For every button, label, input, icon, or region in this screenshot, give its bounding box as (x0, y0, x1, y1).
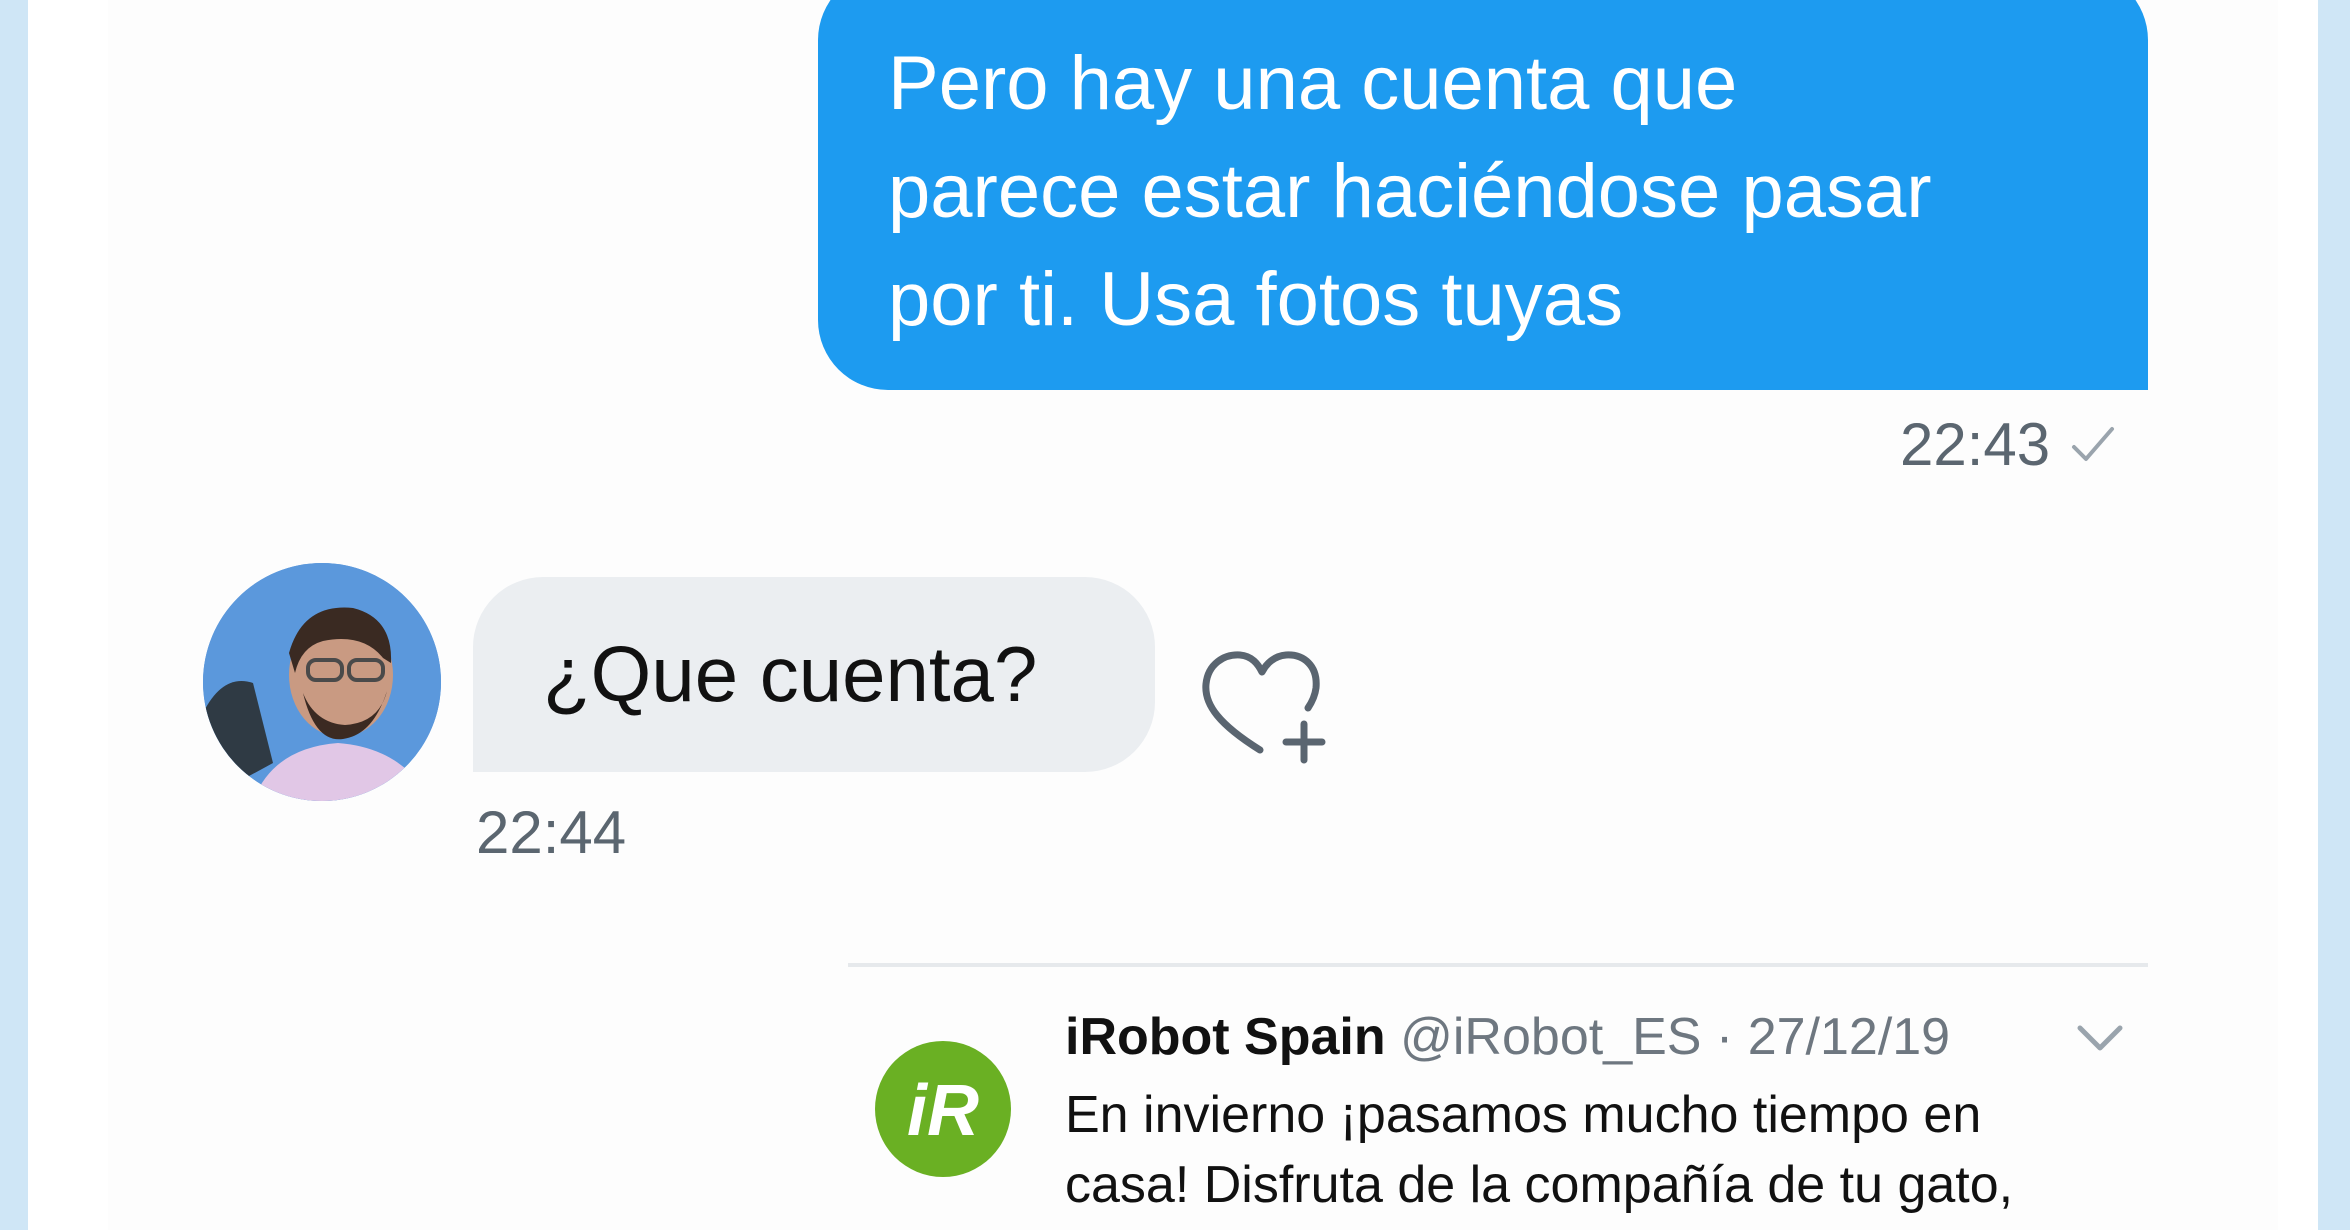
dm-conversation-frame: Pero hay una cuenta que parece estar hac… (28, 0, 2318, 1230)
shared-tweet-text[interactable]: En invierno ¡pasamos mucho tiempo en cas… (1065, 1080, 2013, 1220)
heart-plus-icon[interactable] (1200, 650, 1340, 770)
avatar-photo (203, 563, 441, 801)
message-text: ¿Que cuenta? (543, 630, 1038, 718)
divider (848, 963, 2148, 967)
tweet-text-line: En invierno ¡pasamos mucho tiempo en (1065, 1086, 1982, 1144)
message-line: Pero hay una cuenta que (888, 41, 1738, 126)
message-timestamp: 22:44 (476, 799, 627, 866)
check-icon (2072, 427, 2115, 461)
incoming-message-bubble[interactable]: ¿Que cuenta? (473, 577, 1155, 772)
message-timestamp: 22:43 (1900, 411, 2051, 478)
tweet-handle-date: @iRobot_ES · 27/12/19 (1400, 1008, 1951, 1066)
message-line: parece estar haciéndose pasar (888, 149, 1932, 234)
tweet-text-line: casa! Disfruta de la compañía de tu gato… (1065, 1156, 2014, 1214)
shared-tweet-header: iRobot Spain @iRobot_ES · 27/12/19 (1065, 1005, 1950, 1069)
chevron-down-icon[interactable] (2074, 1020, 2126, 1056)
avatar[interactable] (203, 563, 441, 801)
outgoing-message-bubble[interactable]: Pero hay una cuenta que parece estar hac… (818, 0, 2148, 390)
message-line: por ti. Usa fotos tuyas (888, 257, 1623, 342)
outgoing-message-meta: 22:43 (1900, 410, 2116, 480)
tweet-author-name[interactable]: iRobot Spain (1065, 1008, 1386, 1066)
irobot-logo-mark: iR (907, 1071, 979, 1149)
irobot-logo[interactable]: iR (875, 1041, 1011, 1177)
logo-lettering: iR (907, 1071, 979, 1149)
